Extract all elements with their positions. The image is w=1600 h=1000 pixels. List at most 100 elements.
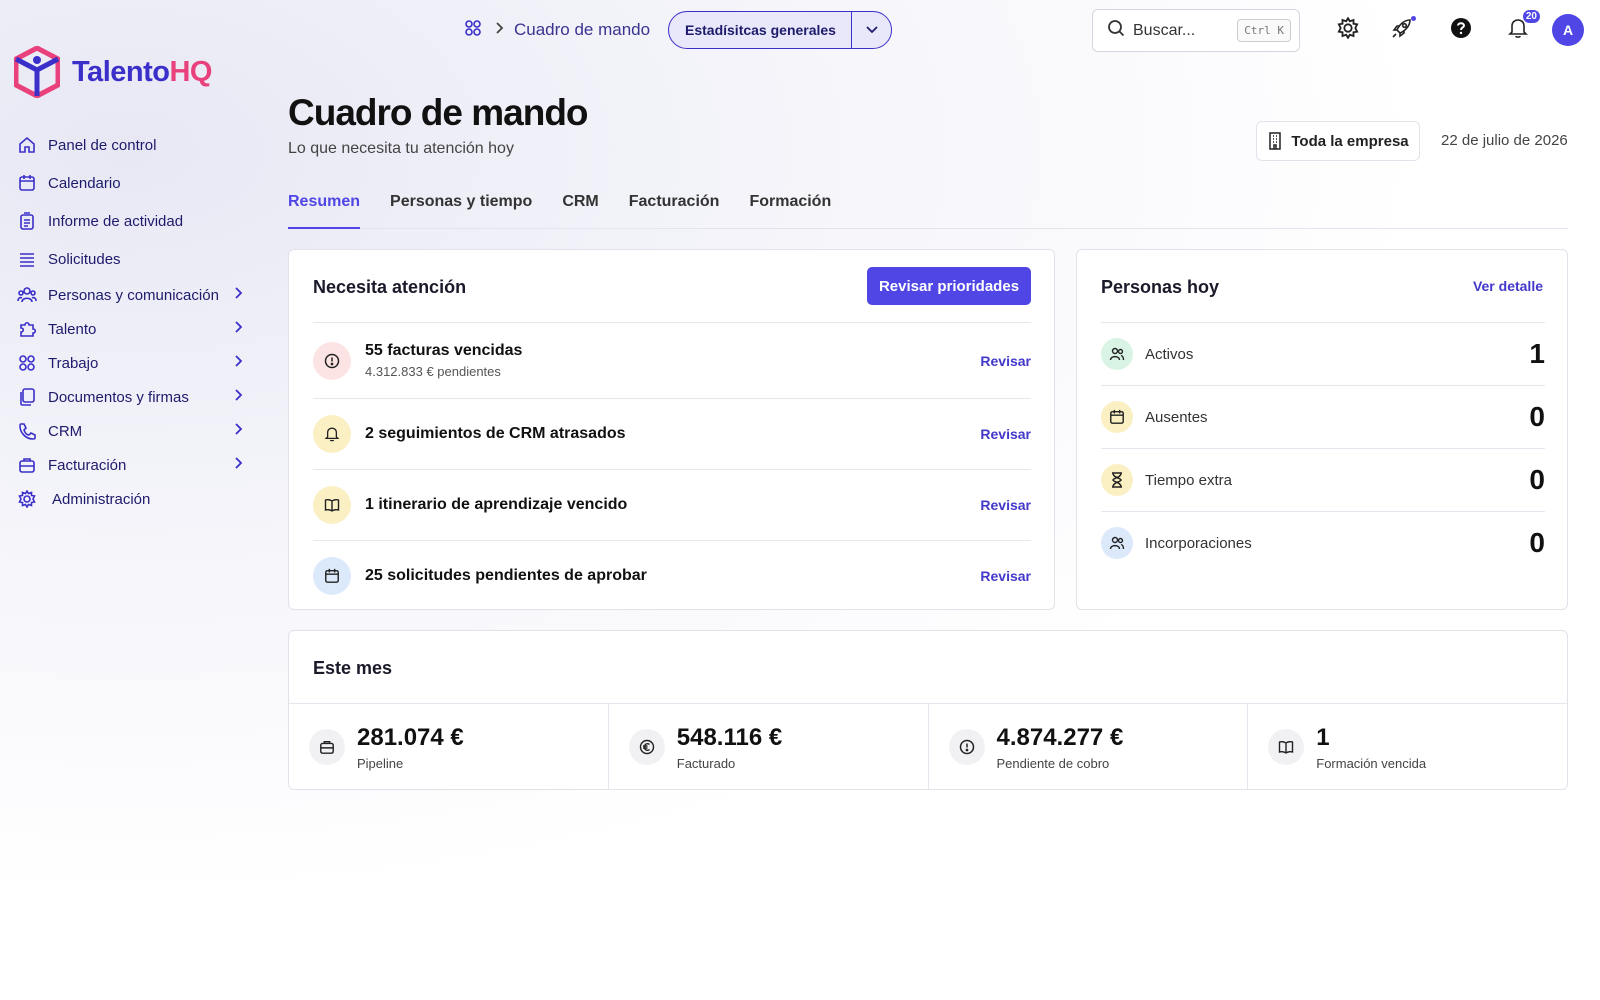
people-row-value: 1 <box>1529 338 1545 369</box>
building-icon <box>1267 132 1283 150</box>
people-today-list: Activos 1 Ausentes 0 Tiempo extra 0 Inco… <box>1101 322 1545 574</box>
tab-bar: Resumen Personas y tiempo CRM Facturació… <box>288 186 1568 229</box>
hourglass-icon <box>1101 464 1133 496</box>
list-item: Tiempo extra 0 <box>1101 448 1545 511</box>
book-icon <box>313 486 351 524</box>
notifications-button[interactable]: 20 <box>1504 10 1540 44</box>
sidebar-item-calendario[interactable]: Calendario <box>16 164 246 202</box>
calendar-icon <box>1101 401 1133 433</box>
euro-icon <box>628 729 665 765</box>
alert-circle-icon <box>313 341 351 380</box>
launch-button[interactable] <box>1388 16 1416 44</box>
people-today-title: Personas hoy <box>1101 277 1220 297</box>
page-subtitle: Lo que necesita tu atención hoy <box>288 140 514 157</box>
people-row-label: Tiempo extra <box>1145 471 1232 489</box>
view-detail-link[interactable]: Ver detalle <box>1473 278 1543 294</box>
review-link[interactable]: Revisar <box>980 497 1031 513</box>
briefcase-icon <box>16 454 38 476</box>
sidebar-item-administracion[interactable]: Administración <box>16 482 246 516</box>
attention-list: 55 facturas vencidas 4.312.833 € pendien… <box>313 322 1031 611</box>
people-row-value: 0 <box>1529 401 1545 432</box>
sidebar-item-label: Trabajo <box>48 354 99 372</box>
list-item: Incorporaciones 0 <box>1101 511 1545 574</box>
sidebar-item-personas[interactable]: Personas y comunicación <box>16 278 246 312</box>
review-link[interactable]: Revisar <box>980 353 1031 369</box>
apps-icon[interactable] <box>464 19 482 42</box>
sidebar-item-documentos[interactable]: Documentos y firmas <box>16 380 246 414</box>
sidebar-item-label: Talento <box>48 320 97 338</box>
tab-formacion[interactable]: Formación <box>749 186 831 229</box>
list-item: Ausentes 0 <box>1101 385 1545 448</box>
people-today-card: Personas hoy Ver detalle Activos 1 Ausen… <box>1076 249 1568 610</box>
users-icon <box>1101 527 1133 559</box>
help-icon <box>1450 17 1472 44</box>
search-placeholder: Buscar... <box>1133 21 1196 39</box>
stat-label: Pipeline <box>357 755 404 771</box>
stat-facturado: 548.116 € Facturado <box>609 704 929 790</box>
sidebar-item-label: Facturación <box>48 456 127 474</box>
users-icon <box>1101 338 1133 370</box>
stat-value: 1 <box>1316 723 1330 751</box>
stats-row: 281.074 € Pipeline 548.116 € Facturado 4… <box>289 703 1567 790</box>
review-link[interactable]: Revisar <box>980 568 1031 584</box>
page-title: Cuadro de mando <box>288 92 589 133</box>
sidebar-item-label: Panel de control <box>48 136 157 154</box>
search-icon <box>1107 19 1125 42</box>
tab-crm[interactable]: CRM <box>562 186 598 229</box>
grid-icon <box>16 352 38 374</box>
notifications-count: 20 <box>1522 10 1540 23</box>
scope-button[interactable]: Toda la empresa <box>1256 121 1420 161</box>
sidebar-item-solicitudes[interactable]: Solicitudes <box>16 240 246 278</box>
sidebar-item-trabajo[interactable]: Trabajo <box>16 346 246 380</box>
sidebar-item-panel-de-control[interactable]: Panel de control <box>16 126 246 164</box>
sidebar-item-label: Personas y comunicación <box>48 286 219 304</box>
puzzle-icon <box>16 318 38 340</box>
stat-value: 548.116 € <box>676 723 783 751</box>
view-select[interactable]: Estadísitcas generales <box>668 11 892 49</box>
review-priorities-button[interactable]: Revisar prioridades <box>867 267 1031 305</box>
bell-icon <box>313 415 351 453</box>
calendar-icon <box>16 172 38 194</box>
attention-title: Necesita atención <box>313 277 467 297</box>
sidebar-item-label: Calendario <box>48 174 121 192</box>
tab-facturacion[interactable]: Facturación <box>629 186 720 229</box>
this-month-title: Este mes <box>313 658 393 678</box>
rocket-icon <box>1390 16 1414 45</box>
settings-button[interactable] <box>1334 15 1362 44</box>
chevron-right-icon <box>494 21 504 40</box>
sidebar-nav: Panel de control Calendario Informe de a… <box>16 126 246 516</box>
sidebar-item-facturacion[interactable]: Facturación <box>16 448 246 482</box>
search-shortcut: Ctrl K <box>1237 19 1291 42</box>
sidebar-item-crm[interactable]: CRM <box>16 414 246 448</box>
avatar[interactable]: A <box>1552 14 1584 46</box>
people-icon <box>16 284 38 306</box>
gear-icon <box>1337 15 1359 44</box>
sidebar-item-talento[interactable]: Talento <box>16 312 246 346</box>
attention-item-subtitle: 4.312.833 € pendientes <box>365 364 501 379</box>
logo[interactable]: TalentoHQ <box>14 46 212 98</box>
stat-pipeline: 281.074 € Pipeline <box>289 704 609 790</box>
attention-item-title: 2 seguimientos de CRM atrasados <box>365 425 626 442</box>
chevron-down-icon[interactable] <box>851 12 891 48</box>
search-input[interactable]: Buscar... Ctrl K <box>1092 9 1300 52</box>
phone-icon <box>16 420 38 442</box>
breadcrumb-current[interactable]: Cuadro de mando <box>514 20 650 40</box>
tab-resumen[interactable]: Resumen <box>288 186 361 229</box>
gear-icon <box>16 488 38 510</box>
people-row-value: 0 <box>1529 527 1545 558</box>
list-item: 1 itinerario de aprendizaje vencido Revi… <box>313 469 1031 540</box>
tab-personas-y-tiempo[interactable]: Personas y tiempo <box>390 186 532 229</box>
review-link[interactable]: Revisar <box>980 426 1031 442</box>
alert-circle-icon <box>948 729 985 765</box>
help-button[interactable] <box>1447 16 1475 44</box>
people-row-label: Incorporaciones <box>1145 534 1252 552</box>
list-icon <box>16 248 38 270</box>
sidebar-item-label: Solicitudes <box>48 250 121 268</box>
home-icon <box>16 134 38 156</box>
briefcase-icon <box>309 729 345 765</box>
list-item: Activos 1 <box>1101 322 1545 385</box>
stat-value: 4.874.277 € <box>996 723 1124 751</box>
book-icon <box>1268 729 1305 765</box>
sidebar-item-informe[interactable]: Informe de actividad <box>16 202 246 240</box>
list-item: 25 solicitudes pendientes de aprobar Rev… <box>313 540 1031 611</box>
